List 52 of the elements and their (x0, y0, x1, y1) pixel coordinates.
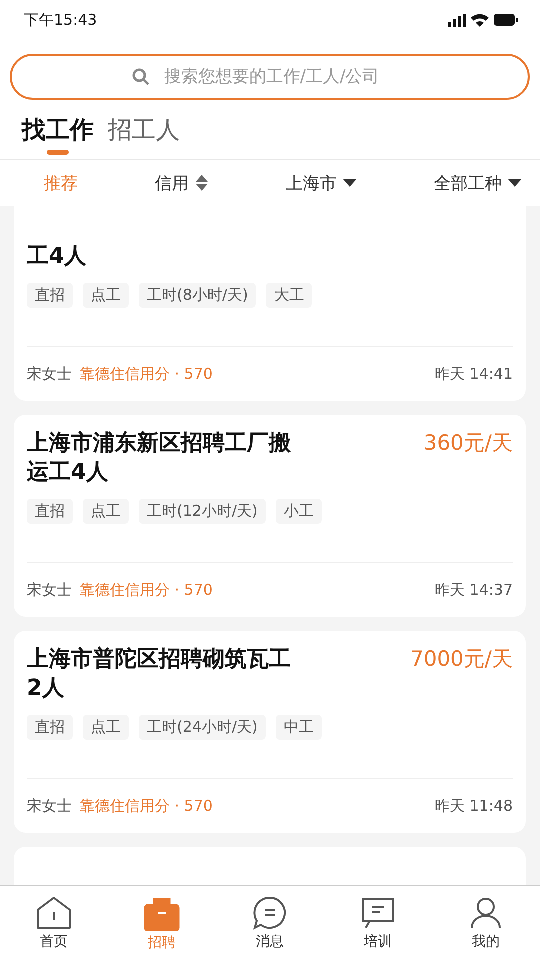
job-card[interactable]: 上海市普陀区招聘砌筑瓦工2人 7000元/天 直招 点工 工时(24小时/天) 中工 宋女士 靠德住信用分 · 570 昨天 11:48 (14, 631, 526, 833)
job-tag: 直招 (27, 283, 73, 308)
job-pay: 7000元/天 (410, 646, 513, 673)
post-time: 昨天 14:41 (435, 364, 513, 384)
job-pay: 360元/天 (424, 430, 513, 457)
tab[interactable]: 招工人 (108, 114, 180, 156)
contact-name: 宋女士 (27, 796, 72, 816)
contact-name: 宋女士 (27, 580, 72, 600)
battery-icon (494, 14, 518, 26)
credit-score: 靠德住信用分 · 570 (80, 364, 214, 384)
wifi-icon (471, 14, 489, 26)
tab[interactable]: 找工作 (22, 114, 94, 156)
job-title: 上海市浦东新区招聘工厂搬运工4人 (27, 430, 292, 487)
sort-icon (195, 174, 209, 192)
job-title: 工4人 (27, 243, 88, 271)
chat-icon (252, 896, 288, 930)
nav-tab[interactable]: 首页 (0, 886, 108, 960)
home-icon (36, 896, 72, 930)
job-card[interactable]: 上海市浦东新区招聘工厂搬运工4人 360元/天 直招 点工 工时(12小时/天) 小工 宋女士 靠德住信用分 · 570 昨天 14:37 (14, 415, 526, 617)
signal-icon (448, 14, 466, 26)
job-card[interactable]: 工4人 直招 点工 工时(8小时/天) 大工 宋女士 靠德住信用分 · 570 昨天 14:41 (14, 206, 526, 401)
search-field[interactable]: 搜索您想要的工作/工人/公司 (10, 54, 530, 100)
job-card[interactable] (14, 847, 526, 885)
job-tag: 工时(12小时/天) (139, 499, 266, 524)
job-tag: 小工 (276, 499, 322, 524)
job-tag: 大工 (266, 283, 312, 308)
board-icon (360, 896, 396, 930)
credit-score: 靠德住信用分 · 570 (80, 580, 214, 600)
job-tag: 点工 (83, 283, 129, 308)
post-time: 昨天 11:48 (435, 796, 513, 816)
nav-tab[interactable]: 消息 (216, 886, 324, 960)
job-tag: 直招 (27, 715, 73, 740)
post-time: 昨天 14:37 (435, 580, 513, 600)
credit-score: 靠德住信用分 · 570 (80, 796, 214, 816)
nav-tab[interactable]: 培训 (324, 886, 432, 960)
contact-name: 宋女士 (27, 364, 72, 384)
person-icon (468, 896, 504, 930)
job-tag: 点工 (83, 715, 129, 740)
job-tag: 中工 (276, 715, 322, 740)
job-tag: 点工 (83, 499, 129, 524)
filter-button[interactable]: 上海市 (286, 172, 357, 194)
filter-button[interactable]: 全部工种 (434, 172, 522, 194)
job-tag: 工时(24小时/天) (139, 715, 266, 740)
nav-tab[interactable]: 我的 (432, 886, 540, 960)
search-icon (132, 68, 150, 86)
status-time: 下午15:43 (24, 10, 98, 30)
filter-button[interactable]: 信用 (155, 172, 209, 194)
caret-icon (508, 179, 522, 187)
caret-icon (343, 179, 357, 187)
job-tag: 直招 (27, 499, 73, 524)
job-tag: 工时(8小时/天) (139, 283, 256, 308)
job-title: 上海市普陀区招聘砌筑瓦工2人 (27, 646, 292, 703)
